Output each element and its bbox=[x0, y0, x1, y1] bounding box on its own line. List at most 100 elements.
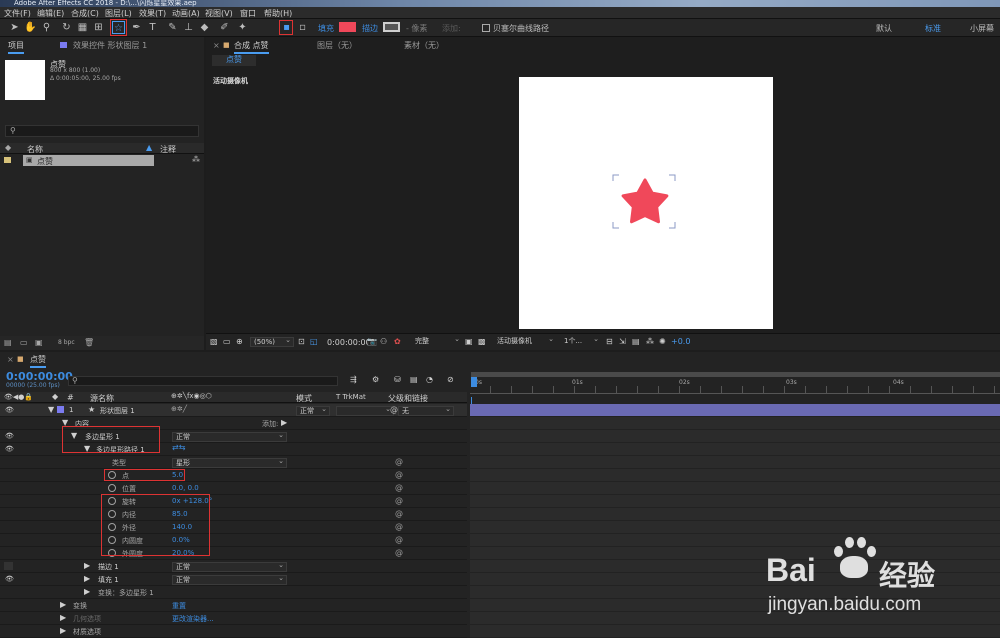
graph-editor-icon[interactable]: ⊘ bbox=[447, 375, 454, 384]
expression-pickwhip-icon[interactable]: @ bbox=[395, 509, 403, 518]
prop-row-inner-roundness[interactable]: 内圆度 0.0% @ bbox=[0, 534, 467, 547]
geometry-renderer[interactable]: 更改渲染器... bbox=[172, 614, 214, 624]
fast-preview-icon[interactable]: ⇲ bbox=[619, 337, 626, 346]
always-preview-icon[interactable]: ▧ bbox=[210, 337, 218, 346]
prop-row-points[interactable]: 点 5.0 @ bbox=[0, 469, 467, 482]
transform-poly-name[interactable]: 变换：多边星形 1 bbox=[98, 588, 154, 598]
menu-composition[interactable]: 合成(C) bbox=[71, 8, 99, 19]
col-source-name[interactable]: 源名称 bbox=[90, 393, 114, 404]
col-comment[interactable]: 注释 bbox=[160, 144, 176, 155]
workspace-standard[interactable]: 标准 bbox=[925, 23, 941, 34]
tool-create-shape-icon[interactable]: ▪ bbox=[280, 21, 293, 34]
toggle-mask-icon[interactable]: ◱ bbox=[310, 337, 318, 346]
expression-pickwhip-icon[interactable]: @ bbox=[395, 535, 403, 544]
menu-window[interactable]: 窗口 bbox=[240, 8, 256, 19]
pen-tool-icon[interactable]: ✒ bbox=[130, 21, 143, 34]
fill-row[interactable]: 👁 ▶ 填充 1 正常 bbox=[0, 573, 467, 586]
layer-name[interactable]: 形状图层 1 bbox=[100, 406, 135, 416]
tool-create-mask-icon[interactable]: ▫ bbox=[296, 21, 309, 34]
bezier-label[interactable]: 贝塞尔曲线路径 bbox=[493, 23, 549, 34]
reset-exposure-icon[interactable]: ✺ bbox=[659, 337, 666, 346]
label-color-swatch[interactable] bbox=[4, 157, 11, 163]
transform-poly-twirl-icon[interactable]: ▶ bbox=[84, 587, 90, 596]
eraser-tool-icon[interactable]: ◆ bbox=[198, 21, 211, 34]
expression-pickwhip-icon[interactable]: @ bbox=[395, 483, 403, 492]
comp-breadcrumb[interactable]: 点赞 bbox=[212, 55, 256, 66]
clone-stamp-tool-icon[interactable]: ⊥ bbox=[182, 21, 195, 34]
stroke-visibility-box[interactable] bbox=[4, 562, 13, 570]
roto-brush-tool-icon[interactable]: ✐ bbox=[218, 21, 231, 34]
resolution-dropdown[interactable]: 完整 bbox=[412, 335, 462, 347]
fill-eye-icon[interactable]: 👁 bbox=[5, 576, 14, 583]
region-of-interest-icon[interactable]: ▣ bbox=[465, 337, 473, 346]
type-expression-icon[interactable]: @ bbox=[395, 457, 403, 466]
menu-file[interactable]: 文件(F) bbox=[4, 8, 31, 19]
show-snapshot-icon[interactable]: ⚇ bbox=[380, 337, 387, 346]
draft-3d-icon[interactable]: ⚙ bbox=[372, 375, 379, 384]
polystar-eye-icon[interactable]: 👁 bbox=[5, 433, 14, 440]
flowchart-icon[interactable]: ⁂ bbox=[646, 337, 654, 346]
geometry-twirl-icon[interactable]: ▶ bbox=[60, 613, 66, 622]
fill-label[interactable]: 填充 bbox=[318, 23, 334, 34]
parent-dropdown[interactable]: 无 bbox=[398, 405, 454, 416]
trkmat-dropdown[interactable] bbox=[336, 405, 394, 416]
interpret-footage-icon[interactable]: ▤ bbox=[4, 338, 12, 347]
fit-icon[interactable]: ⊡ bbox=[298, 337, 305, 346]
hand-tool-icon[interactable]: ✋ bbox=[24, 21, 37, 34]
toggle-pixel-icon[interactable]: ⊟ bbox=[606, 337, 613, 346]
tab-footage[interactable]: 素材（无） bbox=[404, 40, 444, 54]
fill-twirl-icon[interactable]: ▶ bbox=[84, 574, 90, 583]
material-twirl-icon[interactable]: ▶ bbox=[60, 626, 66, 635]
tab-effect-controls[interactable]: 效果控件 形状图层 1 bbox=[73, 40, 147, 54]
fill-swatch[interactable] bbox=[339, 22, 356, 32]
stroke-swatch[interactable] bbox=[383, 22, 400, 32]
transform-label[interactable]: 变换 bbox=[73, 601, 87, 611]
brush-tool-icon[interactable]: ✎ bbox=[166, 21, 179, 34]
camera-dropdown[interactable]: 活动摄像机 bbox=[494, 335, 556, 347]
project-search-input[interactable]: ⚲ bbox=[5, 125, 199, 137]
prop-row-outer-roundness[interactable]: 外圆度 20.0% @ bbox=[0, 547, 467, 560]
lock-icon[interactable]: ■ bbox=[223, 41, 230, 49]
prop-row-position[interactable]: 位置 0.0, 0.0 @ bbox=[0, 482, 467, 495]
comp-mini-flowchart-icon[interactable]: ⇶ bbox=[350, 375, 357, 384]
transparency-grid-icon[interactable]: ▩ bbox=[478, 337, 486, 346]
close-timeline-icon[interactable]: × bbox=[7, 355, 14, 364]
stroke-width-label[interactable]: - 像素 bbox=[406, 23, 427, 34]
layer-switches-icon[interactable]: ⊕✲╱ bbox=[171, 405, 187, 413]
workspace-small-screen[interactable]: 小屏幕 bbox=[970, 23, 994, 34]
layer-row[interactable]: 👁 ▼ 1 ★ 形状图层 1 ⊕✲╱ 正常 @ 无 bbox=[0, 404, 467, 417]
expression-pickwhip-icon[interactable]: @ bbox=[395, 470, 403, 479]
bezier-checkbox[interactable] bbox=[482, 24, 490, 32]
visibility-eye-icon[interactable]: 👁 bbox=[5, 407, 14, 414]
delete-icon[interactable]: 🗑 bbox=[84, 338, 94, 347]
geometry-label[interactable]: 几何选项 bbox=[73, 614, 101, 624]
material-label[interactable]: 材质选项 bbox=[73, 627, 101, 637]
snapshot-icon[interactable]: 📷 bbox=[367, 337, 377, 346]
col-trkmat[interactable]: T TrkMat bbox=[336, 393, 366, 401]
flowchart-icon[interactable]: ⁂ bbox=[192, 155, 200, 164]
playhead-handle[interactable] bbox=[471, 377, 477, 387]
col-name[interactable]: 名称 bbox=[27, 144, 43, 155]
layer-mode-dropdown[interactable]: 正常 bbox=[296, 405, 330, 416]
menu-help[interactable]: 帮助(H) bbox=[264, 8, 292, 19]
selection-tool-icon[interactable]: ➤ bbox=[8, 21, 21, 34]
col-parent[interactable]: 父级和链接 bbox=[388, 393, 428, 404]
new-comp-icon[interactable]: ▣ bbox=[35, 338, 43, 347]
stroke-name[interactable]: 描边 1 bbox=[98, 562, 119, 572]
type-dropdown[interactable]: 星形 bbox=[172, 457, 287, 468]
pick-whip-icon[interactable]: @ bbox=[390, 405, 398, 414]
col-mode[interactable]: 模式 bbox=[296, 393, 312, 404]
zoom-tool-icon[interactable]: ⚲ bbox=[40, 21, 53, 34]
menu-layer[interactable]: 图层(L) bbox=[105, 8, 132, 19]
bpc-label[interactable]: 8 bpc bbox=[58, 339, 75, 346]
material-row[interactable]: ▶ 材质选项 bbox=[0, 625, 467, 638]
expression-pickwhip-icon[interactable]: @ bbox=[395, 522, 403, 531]
geometry-row[interactable]: ▶ 几何选项 更改渲染器... bbox=[0, 612, 467, 625]
menu-view[interactable]: 视图(V) bbox=[205, 8, 233, 19]
add-content-icon[interactable]: ▶ bbox=[281, 418, 287, 427]
shy-icon[interactable]: ⛁ bbox=[394, 375, 401, 384]
polystar-mode-dropdown[interactable]: 正常 bbox=[172, 431, 287, 442]
layer-search-input[interactable]: ⚲ bbox=[68, 376, 338, 386]
monitor-icon[interactable]: ▭ bbox=[223, 337, 231, 346]
tab-layer[interactable]: 图层（无） bbox=[317, 40, 357, 54]
